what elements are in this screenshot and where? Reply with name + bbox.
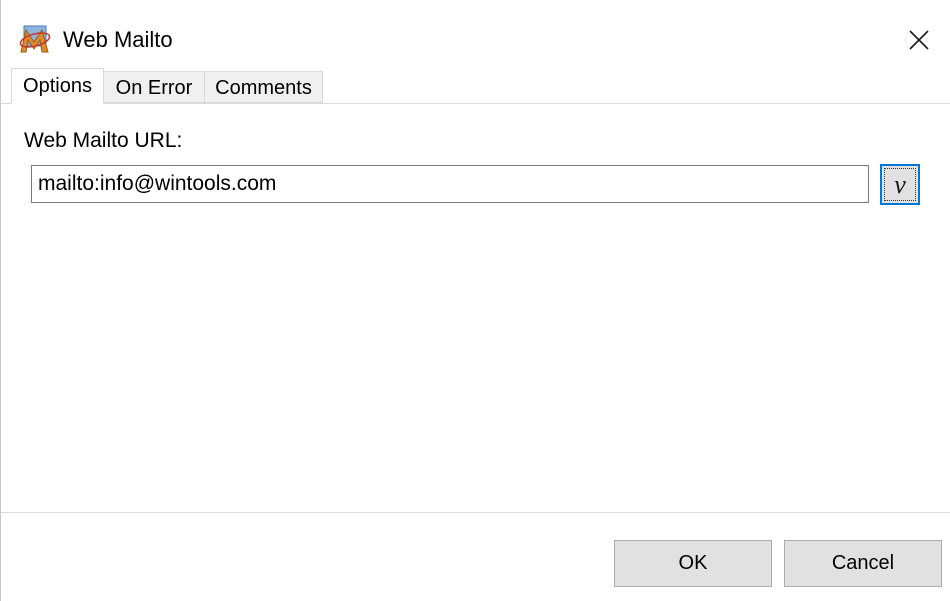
web-mailto-url-input[interactable] [31, 165, 869, 203]
cancel-button[interactable]: Cancel [784, 540, 942, 587]
close-button[interactable] [899, 20, 939, 60]
tab-options[interactable]: Options [11, 68, 104, 104]
dialog-window: Web Mailto Options On Error Comments Web… [0, 0, 950, 601]
window-title: Web Mailto [63, 27, 173, 52]
close-icon [909, 30, 929, 50]
ok-button[interactable]: OK [614, 540, 772, 587]
title-bar: Web Mailto [1, 0, 950, 68]
tab-comments[interactable]: Comments [204, 71, 323, 103]
app-logo-icon [18, 24, 52, 56]
dialog-footer: OK Cancel [1, 513, 950, 601]
insert-variable-button[interactable]: v [880, 164, 920, 205]
tab-on-error[interactable]: On Error [103, 71, 205, 103]
variable-icon: v [884, 168, 916, 201]
tab-strip: Options On Error Comments [1, 68, 950, 104]
options-panel: Web Mailto URL: v [11, 104, 950, 512]
web-mailto-url-label: Web Mailto URL: [24, 129, 183, 152]
